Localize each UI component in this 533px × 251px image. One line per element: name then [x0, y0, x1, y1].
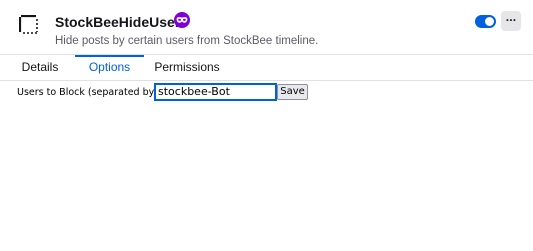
tab-details[interactable]: Details — [5, 55, 75, 80]
tab-bar: Details Options Permissions — [0, 55, 533, 80]
extension-header: StockBeeHideUsers Hide posts by certain … — [0, 0, 533, 54]
ellipsis-icon: ··· — [505, 13, 517, 27]
enable-toggle[interactable] — [475, 15, 496, 28]
users-to-block-label: Users to Block (separated by ","): — [17, 87, 176, 98]
extension-name: StockBeeHideUsers — [55, 14, 189, 30]
tab-options[interactable]: Options — [75, 55, 144, 80]
extension-icon — [19, 15, 38, 34]
more-options-button[interactable]: ··· — [501, 11, 521, 31]
users-to-block-input[interactable] — [154, 83, 277, 101]
extension-description: Hide posts by certain users from StockBe… — [55, 35, 319, 47]
private-browsing-icon — [174, 12, 190, 28]
tab-permissions[interactable]: Permissions — [144, 55, 230, 80]
tabs-divider — [0, 80, 533, 81]
save-button[interactable]: Save — [277, 84, 308, 100]
toggle-knob — [485, 17, 494, 26]
